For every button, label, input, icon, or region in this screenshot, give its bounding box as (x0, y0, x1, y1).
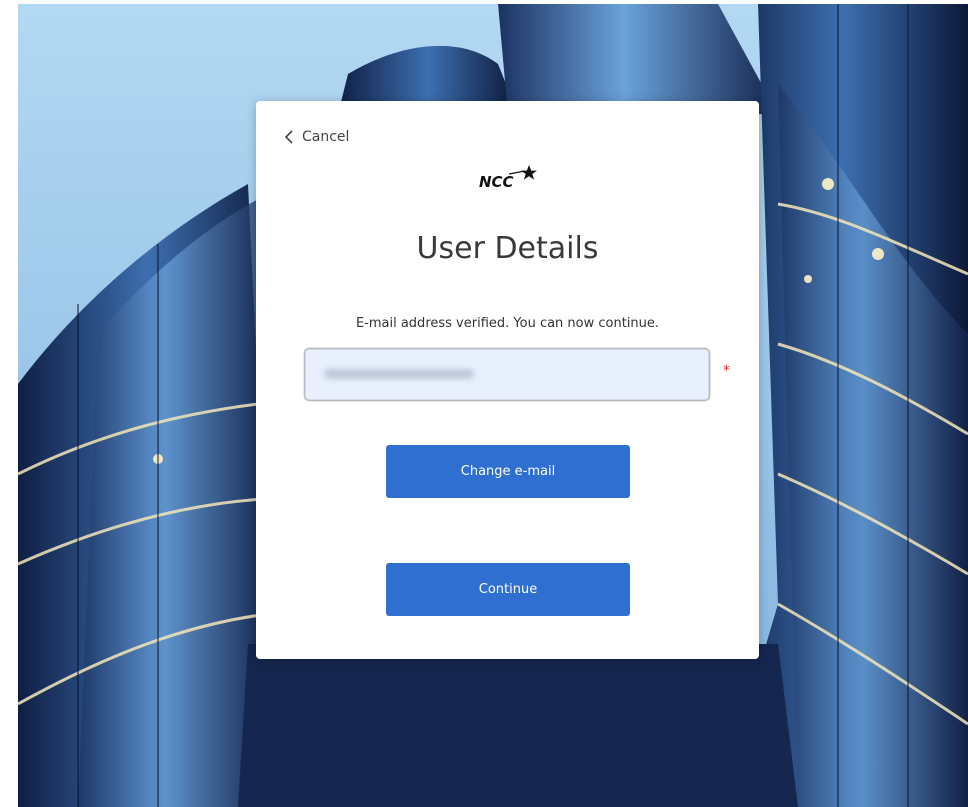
required-marker: * (723, 363, 730, 379)
logo-text: NCC (479, 173, 514, 191)
page: Cancel NCC User Details E-mail address v… (0, 0, 968, 807)
email-value-redacted (324, 369, 474, 379)
continue-button[interactable]: Continue (386, 563, 630, 616)
change-email-button[interactable]: Change e-mail (386, 445, 630, 498)
user-details-card: Cancel NCC User Details E-mail address v… (256, 101, 759, 659)
verification-message: E-mail address verified. You can now con… (355, 316, 660, 331)
page-title: User Details (416, 231, 599, 266)
star-icon (520, 165, 537, 180)
cancel-link[interactable]: Cancel (284, 129, 349, 145)
cancel-label: Cancel (302, 129, 350, 145)
ncc-logo: NCC (256, 163, 759, 193)
chevron-left-icon (284, 130, 294, 144)
